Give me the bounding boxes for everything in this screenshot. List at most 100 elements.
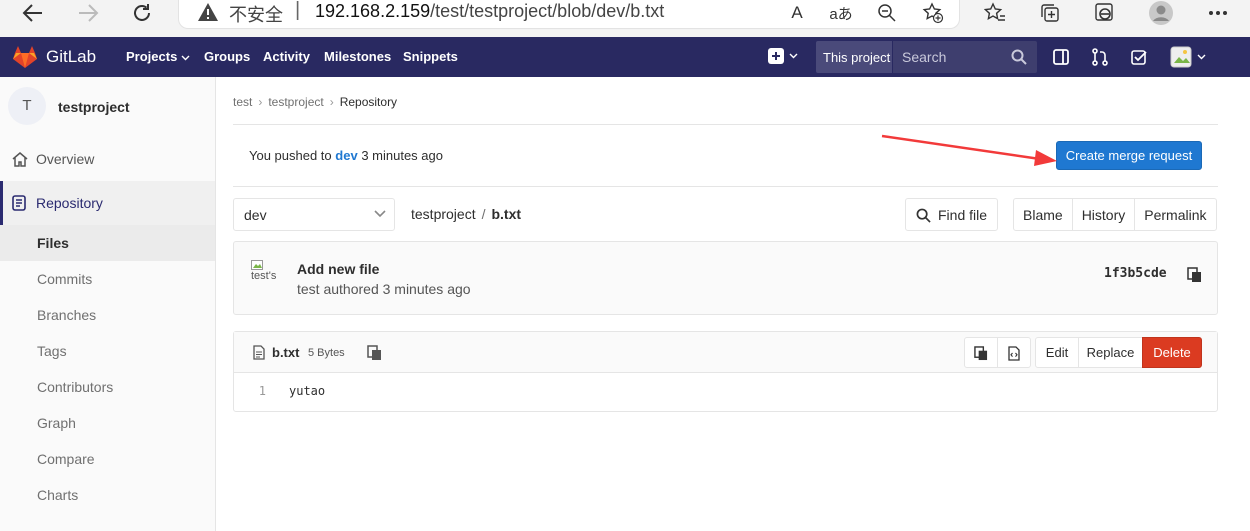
sidebar-item-charts[interactable]: Charts: [0, 477, 215, 513]
favorites-icon[interactable]: [980, 0, 1010, 25]
breadcrumb-item-test[interactable]: test: [233, 95, 252, 109]
todos-icon[interactable]: [1130, 48, 1148, 66]
ie-mode-icon[interactable]: [1090, 0, 1120, 25]
issues-icon[interactable]: [1052, 48, 1070, 66]
home-icon: [12, 151, 28, 167]
branch-select[interactable]: dev: [233, 198, 395, 231]
divider: [233, 124, 1218, 125]
nav-projects[interactable]: Projects: [126, 49, 190, 64]
nav-groups[interactable]: Groups: [204, 49, 250, 64]
author-avatar[interactable]: test's: [251, 260, 285, 294]
replace-button[interactable]: Replace: [1078, 337, 1143, 368]
push-notice: You pushed to dev 3 minutes ago: [249, 148, 443, 163]
delete-button[interactable]: Delete: [1142, 337, 1202, 368]
zoom-out-icon[interactable]: [873, 0, 901, 26]
file-path: testproject / b.txt: [411, 206, 521, 222]
commit-sha[interactable]: 1f3b5cde: [1104, 266, 1167, 281]
gitlab-logo-icon[interactable]: [12, 45, 38, 69]
create-merge-request-button[interactable]: Create merge request: [1056, 141, 1202, 170]
search-placeholder: Search: [902, 49, 947, 65]
branch-select-value: dev: [244, 207, 267, 223]
project-sidebar: T testproject Overview Repository Files …: [0, 77, 216, 531]
sidebar-item-overview[interactable]: Overview: [0, 147, 215, 171]
sidebar-item-commits[interactable]: Commits: [0, 261, 215, 297]
address-separator: |: [295, 0, 301, 21]
sidebar-item-files[interactable]: Files: [0, 225, 215, 261]
url-path: /test/testproject/blob/dev/b.txt: [430, 1, 665, 21]
address-bar[interactable]: 不安全 | 192.168.2.159/test/testproject/blo…: [178, 0, 960, 29]
reload-icon[interactable]: [127, 0, 157, 25]
sidebar-item-contributors[interactable]: Contributors: [0, 369, 215, 405]
file-viewer: b.txt 5 Bytes Edit Replace Delete 1 yuta…: [233, 331, 1218, 412]
breadcrumb-item-repository[interactable]: Repository: [340, 95, 397, 109]
path-file: b.txt: [491, 206, 522, 222]
new-dropdown-button[interactable]: [764, 47, 800, 65]
raw-file-icon: [1008, 346, 1020, 361]
project-avatar[interactable]: T: [8, 87, 46, 125]
search-icon: [1011, 49, 1027, 65]
path-project-link[interactable]: testproject: [411, 206, 476, 222]
search-input[interactable]: Search: [893, 41, 1037, 73]
user-avatar-dropdown[interactable]: [1170, 46, 1210, 68]
file-text-icon: [253, 345, 265, 360]
open-raw-button[interactable]: [997, 337, 1031, 368]
divider: [233, 186, 1218, 187]
find-file-button[interactable]: Find file: [905, 198, 998, 231]
blame-button[interactable]: Blame: [1014, 199, 1073, 230]
nav-snippets[interactable]: Snippets: [403, 49, 458, 64]
insecure-label: 不安全: [229, 5, 283, 25]
chevron-down-icon: [181, 55, 190, 61]
file-name: b.txt: [272, 345, 300, 360]
sidebar-item-branches[interactable]: Branches: [0, 297, 215, 333]
line-number[interactable]: 1: [234, 373, 274, 411]
sidebar-item-tags[interactable]: Tags: [0, 333, 215, 369]
copy-contents-button[interactable]: [964, 337, 998, 368]
edit-button[interactable]: Edit: [1035, 337, 1079, 368]
breadcrumb-separator: ›: [258, 95, 263, 109]
gitlab-header: GitLab Projects Groups Activity Mileston…: [0, 37, 1250, 77]
more-icon[interactable]: [1203, 0, 1233, 25]
sidebar-item-graph[interactable]: Graph: [0, 405, 215, 441]
copy-sha-icon[interactable]: [1187, 267, 1202, 283]
code-line: yutao: [289, 384, 326, 398]
nav-activity[interactable]: Activity: [263, 49, 310, 64]
sidebar-item-compare[interactable]: Compare: [0, 441, 215, 477]
file-header: b.txt 5 Bytes Edit Replace Delete: [234, 332, 1217, 373]
permalink-button[interactable]: Permalink: [1135, 199, 1215, 230]
nav-milestones[interactable]: Milestones: [324, 49, 391, 64]
file-view-buttons: Blame History Permalink: [1013, 198, 1217, 231]
last-commit-panel: test's Add new file test authored 3 minu…: [233, 241, 1218, 315]
search-scope[interactable]: This project: [816, 41, 892, 73]
back-icon[interactable]: [18, 0, 48, 25]
copy-path-icon[interactable]: [367, 345, 382, 361]
find-file-label: Find file: [938, 207, 988, 223]
breadcrumb-separator: ›: [329, 95, 334, 109]
url-text: 192.168.2.159/test/testproject/blob/dev/…: [315, 1, 664, 22]
document-icon: [12, 195, 26, 211]
sidebar-item-repository[interactable]: Repository: [0, 181, 215, 225]
collections-icon[interactable]: [1035, 0, 1065, 25]
breadcrumb-item-testproject[interactable]: testproject: [268, 95, 323, 109]
project-name[interactable]: testproject: [58, 99, 130, 115]
translate-icon[interactable]: aあ: [827, 0, 855, 26]
path-separator: /: [481, 206, 486, 222]
forward-icon[interactable]: [73, 0, 103, 25]
file-content: 1 yutao: [234, 373, 1217, 411]
chevron-down-icon: [374, 210, 386, 218]
gitlab-brand[interactable]: GitLab: [46, 47, 96, 67]
commit-title[interactable]: Add new file: [297, 261, 379, 277]
merge-requests-icon[interactable]: [1091, 48, 1109, 66]
history-button[interactable]: History: [1073, 199, 1136, 230]
author-avatar-alt: test's: [251, 270, 277, 282]
push-branch-link[interactable]: dev: [335, 148, 357, 163]
commit-author-line: test authored 3 minutes ago: [297, 281, 471, 297]
read-aloud-icon[interactable]: A: [783, 0, 811, 26]
sidebar-overview-label: Overview: [36, 151, 95, 167]
push-notice-prefix: You pushed to: [249, 148, 332, 163]
file-size: 5 Bytes: [308, 347, 345, 359]
add-favorite-icon[interactable]: [919, 0, 947, 26]
profile-avatar[interactable]: [1146, 0, 1176, 25]
warning-icon: [197, 2, 219, 22]
browser-toolbar: 不安全 | 192.168.2.159/test/testproject/blo…: [0, 0, 1250, 37]
copy-icon: [974, 346, 988, 361]
